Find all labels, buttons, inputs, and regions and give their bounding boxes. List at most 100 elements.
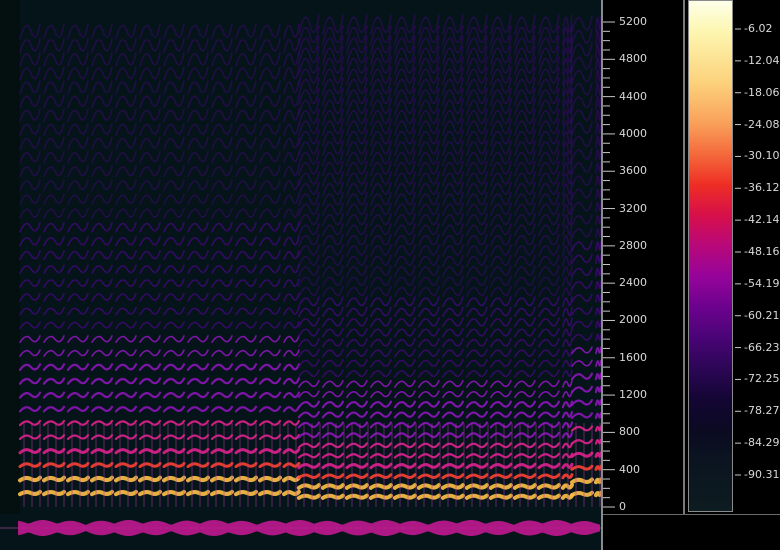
db-color-scale: -6.02 -12.04 -18.06 -24.08 -30.10 -36.12 -42.1… bbox=[686, 0, 780, 514]
harmonic-stroke bbox=[115, 179, 137, 192]
harmonic-stroke bbox=[67, 65, 89, 81]
harmonic-stroke bbox=[393, 452, 416, 459]
harmonic-stroke bbox=[370, 390, 392, 398]
harmonic-stroke bbox=[283, 349, 300, 357]
harmonic-stroke bbox=[139, 193, 161, 205]
harmonic-stroke bbox=[442, 306, 464, 318]
harmonic-stroke bbox=[138, 475, 162, 483]
harmonic-stroke bbox=[43, 193, 65, 205]
harmonic-stroke bbox=[259, 349, 281, 357]
harmonic-stroke bbox=[418, 285, 440, 298]
harmonic-stroke bbox=[282, 489, 301, 497]
waveform-canvas[interactable] bbox=[0, 514, 601, 550]
harmonic-stroke bbox=[19, 193, 41, 205]
harmonic-stroke bbox=[283, 94, 300, 109]
harmonic-stroke bbox=[466, 181, 488, 197]
harmonic-stroke bbox=[139, 349, 161, 357]
harmonic-stroke bbox=[187, 207, 209, 219]
harmonic-stroke bbox=[418, 223, 440, 237]
harmonic-stroke bbox=[138, 447, 162, 455]
harmonic-stroke bbox=[114, 363, 138, 371]
harmonic-stroke bbox=[441, 421, 464, 429]
spectrogram-canvas[interactable] bbox=[0, 0, 601, 514]
harmonic-stroke bbox=[296, 493, 321, 500]
harmonic-stroke bbox=[571, 147, 593, 162]
db-tick-label: -24.08 bbox=[744, 117, 780, 131]
harmonic-stroke bbox=[67, 136, 89, 150]
harmonic-stroke bbox=[283, 179, 300, 192]
harmonic-stroke bbox=[571, 94, 593, 110]
harmonic-stroke bbox=[442, 150, 464, 167]
harmonic-stroke bbox=[283, 108, 300, 123]
harmonic-stroke bbox=[91, 51, 113, 67]
panel-divider bbox=[601, 0, 603, 550]
harmonic-stroke bbox=[19, 65, 41, 81]
harmonic-stroke bbox=[442, 317, 464, 328]
harmonic-stroke bbox=[211, 335, 233, 344]
harmonic-stroke bbox=[490, 171, 512, 187]
harmonic-stroke bbox=[514, 296, 536, 308]
harmonic-stroke bbox=[66, 489, 90, 497]
harmonic-stroke bbox=[258, 363, 282, 371]
harmonic-stroke bbox=[466, 150, 488, 167]
harmonic-stroke bbox=[298, 317, 320, 328]
harmonic-stroke bbox=[442, 296, 464, 308]
harmonic-stroke bbox=[538, 296, 560, 308]
harmonic-stroke bbox=[370, 192, 392, 207]
harmonic-stroke bbox=[259, 23, 281, 40]
harmonic-stroke bbox=[19, 264, 41, 275]
harmonic-stroke bbox=[418, 327, 440, 338]
harmonic-stroke bbox=[321, 473, 345, 480]
harmonic-stroke bbox=[514, 265, 536, 277]
harmonic-stroke bbox=[490, 212, 512, 227]
harmonic-stroke bbox=[115, 65, 137, 81]
harmonic-stroke bbox=[186, 489, 210, 497]
harmonic-stroke bbox=[90, 447, 114, 455]
harmonic-stroke bbox=[537, 442, 560, 449]
harmonic-stroke bbox=[321, 452, 344, 459]
harmonic-stroke bbox=[43, 150, 65, 164]
harmonic-stroke bbox=[322, 171, 344, 187]
harmonic-stroke bbox=[162, 405, 186, 413]
harmonic-stroke bbox=[571, 266, 593, 278]
harmonic-stroke bbox=[298, 327, 320, 338]
harmonic-stroke bbox=[114, 377, 138, 385]
harmonic-stroke bbox=[571, 227, 593, 239]
harmonic-stroke bbox=[514, 390, 536, 398]
harmonic-stroke bbox=[18, 405, 42, 413]
harmonic-stroke bbox=[536, 483, 561, 490]
harmonic-stroke bbox=[442, 212, 464, 227]
harmonic-stroke bbox=[18, 447, 42, 455]
harmonic-stroke bbox=[345, 462, 369, 470]
harmonic-stroke bbox=[571, 319, 593, 329]
harmonic-stroke bbox=[321, 421, 344, 429]
harmonic-stroke bbox=[67, 51, 89, 67]
harmonic-stroke bbox=[346, 348, 368, 358]
harmonic-stroke bbox=[115, 264, 137, 275]
harmonic-stroke bbox=[346, 369, 368, 378]
harmonic-stroke bbox=[211, 179, 233, 192]
harmonic-stroke bbox=[138, 377, 162, 385]
waveform-overview[interactable] bbox=[0, 514, 601, 550]
harmonic-stroke bbox=[139, 207, 161, 219]
harmonic-stroke bbox=[370, 327, 392, 338]
harmonic-stroke bbox=[211, 235, 233, 247]
harmonic-stroke bbox=[418, 390, 440, 398]
harmonic-stroke bbox=[43, 292, 65, 302]
harmonic-stroke bbox=[346, 202, 368, 217]
harmonic-stroke bbox=[298, 160, 320, 177]
harmonic-stroke bbox=[442, 369, 464, 378]
harmonic-stroke bbox=[418, 296, 440, 308]
harmonic-stroke bbox=[571, 306, 593, 316]
harmonic-stroke bbox=[211, 150, 233, 164]
harmonic-stroke bbox=[322, 233, 344, 247]
harmonic-stroke bbox=[43, 264, 65, 275]
harmonic-stroke bbox=[514, 171, 536, 187]
spectrogram-view[interactable] bbox=[0, 0, 601, 514]
harmonic-stroke bbox=[18, 475, 42, 483]
harmonic-stroke bbox=[466, 171, 488, 187]
harmonic-stroke bbox=[114, 434, 138, 441]
harmonic-stroke bbox=[139, 264, 161, 275]
harmonic-stroke bbox=[297, 410, 320, 419]
harmonic-stroke bbox=[538, 202, 560, 217]
